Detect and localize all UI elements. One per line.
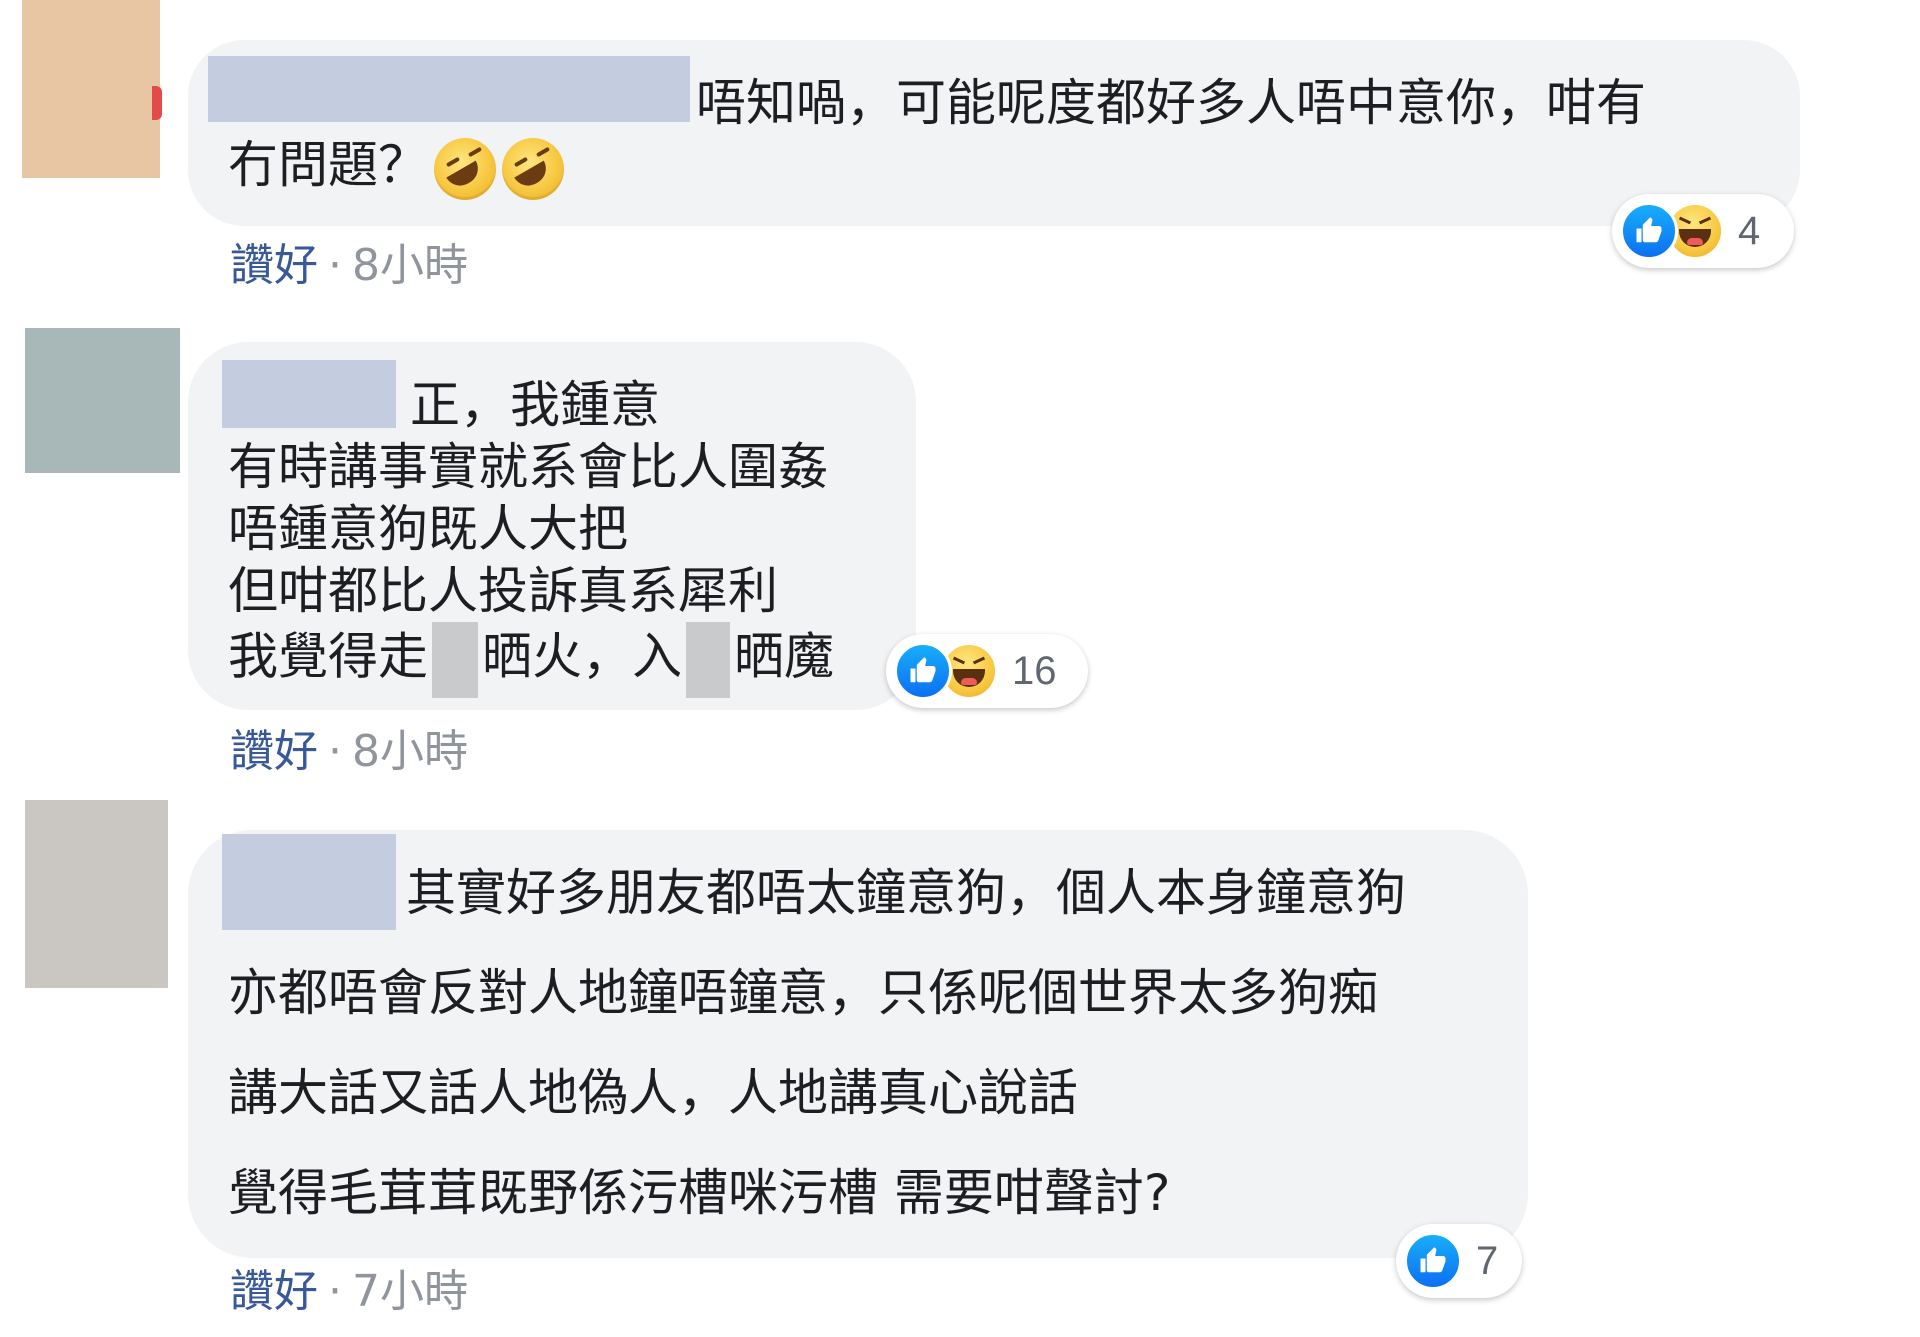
comment-text: 我覺得走 晒火，入 晒魔 — [228, 622, 834, 698]
reactions-summary[interactable]: 7 — [1396, 1224, 1522, 1298]
censored-character — [432, 622, 478, 698]
reactions-summary[interactable]: 16 — [886, 634, 1088, 708]
comment-text: 但咁都比人投訴真系犀利 — [228, 562, 778, 620]
commenter-name-redacted[interactable] — [222, 834, 396, 930]
reactions-summary[interactable]: 4 — [1612, 194, 1794, 268]
timestamp[interactable]: 8小時 — [352, 240, 468, 291]
comment-text: 覺得毛茸茸既野係污槽咪污槽 需要咁聲討? — [228, 1164, 1171, 1222]
like-icon — [1404, 1232, 1462, 1290]
comment-text: 正，我鍾意 — [410, 376, 660, 434]
comment-text: 亦都唔會反對人地鐘唔鐘意，只係呢個世界太多狗痴 — [228, 964, 1378, 1022]
rolling-on-floor-laughing-icon — [434, 137, 496, 200]
reaction-count: 7 — [1476, 1238, 1499, 1283]
comment-text: 唔知喎，可能呢度都好多人唔中意你，咁有 — [696, 74, 1646, 132]
comment-text: 唔鍾意狗既人大把 — [228, 500, 628, 558]
comment-meta: 讚好 · 8小時 — [230, 726, 468, 778]
avatar[interactable] — [25, 328, 180, 473]
separator: · — [328, 1266, 342, 1317]
commenter-name-redacted[interactable] — [208, 56, 690, 122]
comment-text: 有時講事實就系會比人圍姦 — [228, 438, 828, 496]
comment-text-segment: 晒魔 — [734, 627, 834, 686]
like-icon — [894, 642, 952, 700]
reaction-count: 4 — [1738, 208, 1761, 253]
like-button[interactable]: 讚好 — [230, 726, 318, 777]
avatar[interactable] — [25, 800, 168, 988]
censored-character — [686, 622, 730, 698]
comment-text-segment: 晒火，入 — [482, 627, 682, 686]
separator: · — [328, 240, 342, 291]
like-button[interactable]: 讚好 — [230, 240, 318, 291]
commenter-name-redacted[interactable] — [222, 360, 396, 428]
comment-text: 其實好多朋友都唔太鐘意狗，個人本身鐘意狗 — [406, 864, 1406, 922]
reaction-count: 16 — [1012, 648, 1057, 693]
avatar-badge — [152, 86, 162, 120]
like-button[interactable]: 讚好 — [230, 1266, 318, 1317]
comment-text: 冇問題？ — [228, 134, 564, 200]
timestamp[interactable]: 7小時 — [352, 1266, 468, 1317]
timestamp[interactable]: 8小時 — [352, 726, 468, 777]
comment-meta: 讚好 · 7小時 — [230, 1266, 468, 1318]
separator: · — [328, 726, 342, 777]
comment-text-segment: 我覺得走 — [228, 627, 428, 686]
comment-text-line: 冇問題？ — [228, 136, 428, 194]
like-icon — [1620, 202, 1678, 260]
comment-meta: 讚好 · 8小時 — [230, 240, 468, 292]
comment-text: 講大話又話人地偽人，人地講真心說話 — [228, 1064, 1078, 1122]
avatar[interactable] — [22, 0, 160, 178]
rolling-on-floor-laughing-icon — [502, 137, 564, 200]
